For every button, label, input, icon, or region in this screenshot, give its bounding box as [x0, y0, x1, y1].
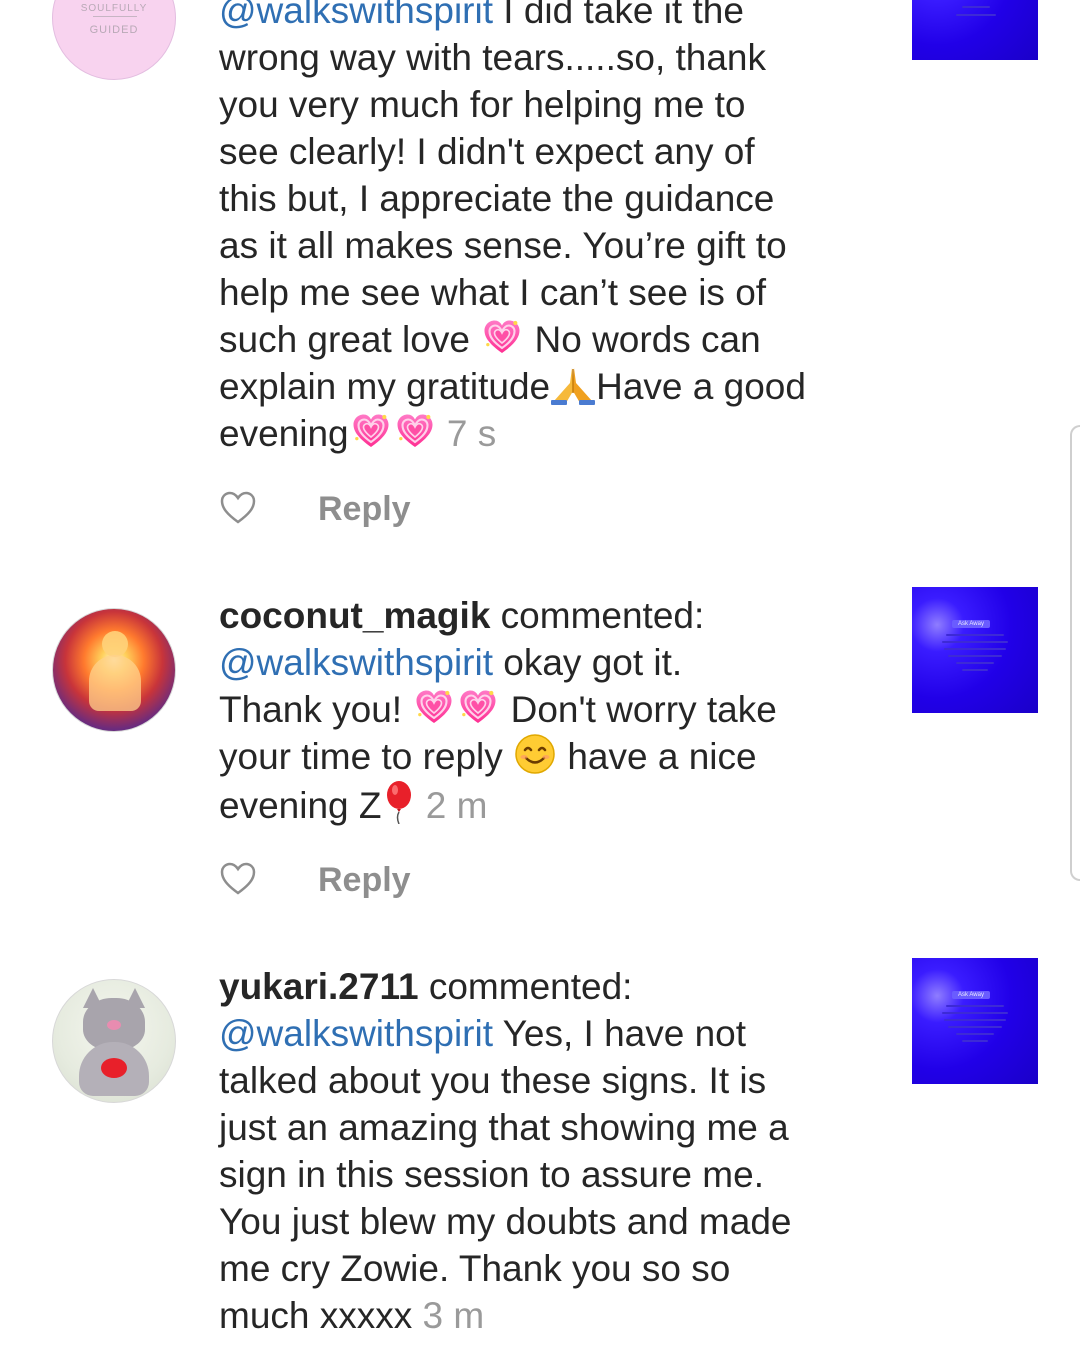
- thumbnail-label: Ask Away: [952, 620, 990, 628]
- sparkling-heart-emoji: [412, 688, 456, 728]
- mention-link[interactable]: @walkswithspirit: [219, 642, 493, 683]
- comment-text: @walkswithspirit I did take it the wrong…: [219, 0, 879, 457]
- smiling-face-emoji: [515, 734, 555, 774]
- balloon-emoji: [386, 781, 411, 824]
- meditating-figure: [102, 631, 128, 657]
- sparkling-heart-emoji: [349, 412, 393, 452]
- post-thumbnail[interactable]: Ask Away: [912, 958, 1038, 1084]
- username-link[interactable]: yukari.2711: [219, 966, 419, 1007]
- plush-cat-ear: [83, 988, 103, 1008]
- plush-cat-ear: [125, 988, 145, 1008]
- comment-timestamp: 7 s: [446, 413, 497, 454]
- mention-link[interactable]: @walkswithspirit: [219, 0, 493, 31]
- sparkling-heart-emoji: [480, 318, 524, 358]
- reply-button[interactable]: Reply: [318, 858, 411, 902]
- mention-link[interactable]: @walkswithspirit: [219, 1013, 493, 1054]
- avatar[interactable]: SOULFULLY GUIDED: [52, 0, 176, 80]
- plush-cat-nose: [107, 1020, 121, 1030]
- comment-timestamp: 2 m: [425, 785, 488, 826]
- comment-timestamp: 3 m: [422, 1295, 485, 1336]
- post-thumbnail[interactable]: [912, 0, 1038, 60]
- avatar-logo-arrow: [93, 16, 137, 17]
- meditating-figure-body: [89, 655, 141, 711]
- plush-cat-heart: [101, 1058, 127, 1078]
- folded-hands-emoji: [551, 368, 596, 405]
- comment-text: coconut_magik commented: @walkswithspiri…: [219, 595, 777, 826]
- thumbnail-label: Ask Away: [952, 991, 990, 999]
- avatar-logo-text: GUIDED: [89, 24, 139, 36]
- heart-icon[interactable]: [219, 858, 257, 902]
- username-link[interactable]: coconut_magik: [219, 595, 490, 636]
- reply-button[interactable]: Reply: [318, 487, 411, 531]
- scroll-handle[interactable]: [1070, 425, 1080, 881]
- avatar-logo-text: SOULFULLY: [80, 3, 148, 14]
- avatar[interactable]: [52, 608, 176, 732]
- sparkling-heart-emoji: [456, 688, 500, 728]
- sparkling-heart-emoji: [393, 412, 437, 452]
- avatar[interactable]: [52, 979, 176, 1103]
- post-thumbnail[interactable]: Ask Away: [912, 587, 1038, 713]
- heart-icon[interactable]: [219, 487, 257, 531]
- comment-text: yukari.2711 commented: @walkswithspirit …: [219, 966, 792, 1336]
